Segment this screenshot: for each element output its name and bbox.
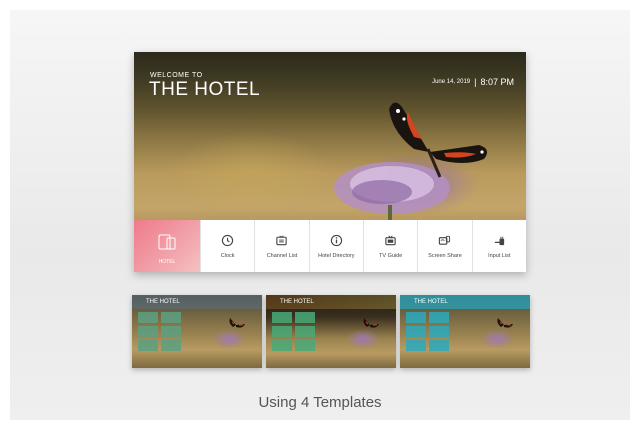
menu-item-label: Input List	[488, 252, 511, 259]
date-label: June 14, 2019	[432, 79, 471, 85]
grid-tile	[161, 312, 181, 323]
hotel-name: THE HOTEL	[149, 79, 261, 100]
thumbnail-menu-grid	[406, 312, 450, 351]
home-tile[interactable]: HOTEL	[134, 220, 200, 272]
menu-item-input-list[interactable]: Input List	[471, 220, 526, 272]
grid-tile	[429, 340, 449, 351]
menu-item-label: Hotel Directory	[318, 252, 355, 259]
main-tv-screen: WELCOME TO THE HOTEL June 14, 2019 | 8:0…	[134, 52, 526, 272]
thumbnail-menu-grid	[138, 312, 182, 351]
tv-guide-icon	[384, 234, 397, 247]
thumbnail-title: THE HOTEL	[146, 299, 180, 305]
caption: Using 4 Templates	[258, 394, 382, 411]
butterfly-image	[389, 102, 488, 178]
time-label: 8:07 PM	[480, 77, 514, 87]
screen-share-icon	[438, 234, 451, 247]
input-list-icon	[493, 234, 506, 247]
menu-item-label: Channel List	[266, 252, 298, 259]
menu-item-tv-guide[interactable]: TV Guide	[362, 220, 417, 272]
grid-tile	[429, 312, 449, 323]
date-time: June 14, 2019 | 8:07 PM	[432, 77, 514, 87]
grid-tile	[138, 312, 158, 323]
menu-bar: HOTEL Clock Channel List Hotel Directory	[134, 220, 526, 272]
grid-tile	[272, 340, 292, 351]
flower-image	[480, 329, 514, 349]
channel-list-icon	[275, 234, 288, 247]
thumbnail-title: THE HOTEL	[414, 299, 448, 305]
butterfly-image	[363, 318, 379, 328]
grid-tile	[406, 340, 426, 351]
flower-image	[346, 329, 380, 349]
thumbnail-title: THE HOTEL	[280, 299, 314, 305]
grid-tile	[272, 326, 292, 337]
grid-tile	[161, 326, 181, 337]
template-thumbnails: THE HOTEL THE HOTEL THE HOTEL	[132, 295, 530, 368]
devices-icon	[158, 234, 176, 250]
grid-tile	[295, 340, 315, 351]
template-thumbnail-3[interactable]: THE HOTEL	[400, 295, 530, 368]
grid-tile	[272, 312, 292, 323]
clock-icon	[221, 234, 234, 247]
home-label: HOTEL	[158, 259, 176, 265]
welcome-text: WELCOME TO	[150, 72, 203, 79]
grid-tile	[429, 326, 449, 337]
butterfly-image	[229, 318, 245, 328]
grid-tile	[138, 326, 158, 337]
menu-item-label: Screen Share	[428, 252, 462, 259]
grid-tile	[138, 340, 158, 351]
info-icon	[330, 234, 343, 247]
template-thumbnail-2[interactable]: THE HOTEL	[266, 295, 396, 368]
grid-tile	[406, 312, 426, 323]
flower-image	[212, 329, 246, 349]
menu-items: Clock Channel List Hotel Directory TV Gu…	[200, 220, 526, 272]
template-thumbnail-1[interactable]: THE HOTEL	[132, 295, 262, 368]
menu-item-screen-share[interactable]: Screen Share	[417, 220, 471, 272]
thumbnail-menu-grid	[272, 312, 316, 351]
grid-tile	[295, 312, 315, 323]
menu-item-hotel-directory[interactable]: Hotel Directory	[308, 220, 363, 272]
grid-tile	[295, 326, 315, 337]
menu-item-channel-list[interactable]: Channel List	[254, 220, 308, 272]
grid-tile	[161, 340, 181, 351]
menu-item-clock[interactable]: Clock	[200, 220, 254, 272]
menu-item-label: Clock	[220, 252, 235, 259]
date-time-separator: |	[474, 77, 477, 87]
menu-item-label: TV Guide	[379, 252, 403, 259]
butterfly-image	[497, 318, 513, 328]
grid-tile	[406, 326, 426, 337]
